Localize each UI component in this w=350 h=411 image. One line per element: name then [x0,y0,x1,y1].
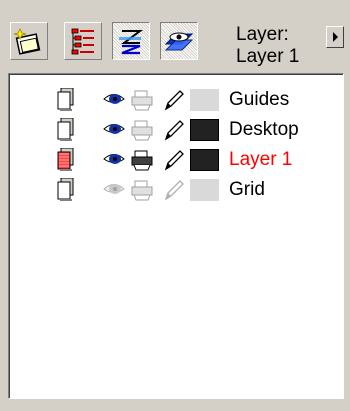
show-object-properties-button[interactable] [112,22,150,60]
master-page-icon [57,88,74,111]
layer-row-guides[interactable]: Guides [9,86,343,116]
editable-pencil-icon[interactable] [162,118,186,142]
layer-color-swatch[interactable] [190,149,219,171]
current-layer-label: Layer: Layer 1 [236,24,299,68]
printer-disabled-icon[interactable] [130,119,154,141]
master-page-icon [57,178,74,201]
editable-pencil-icon[interactable] [162,148,186,172]
layer-row-desktop[interactable]: Desktop [9,116,343,146]
layer-list[interactable]: Guides Desktop Layer 1 Grid [8,73,344,399]
printer-disabled-icon[interactable] [130,89,154,111]
layer-color-swatch[interactable] [190,179,219,201]
show-object-properties-icon [119,30,143,55]
layer-name[interactable]: Guides [229,87,289,113]
visible-eye-icon[interactable] [103,91,125,107]
printer-disabled-icon[interactable] [130,179,154,201]
printer-icon[interactable] [130,149,154,171]
layer-name[interactable]: Grid [229,177,265,203]
hidden-eye-icon[interactable] [103,181,125,197]
layer-caption: Layer: [236,24,289,45]
object-manager-panel: Layer: Layer 1 Guides Desktop Layer 1 Gr… [0,0,350,411]
layer-list-button[interactable] [64,22,102,60]
flyout-button[interactable] [326,26,344,48]
flyout-arrow-icon [333,32,338,42]
visible-eye-icon[interactable] [103,151,125,167]
layer-color-swatch[interactable] [190,89,219,111]
visible-eye-icon[interactable] [103,121,125,137]
layer-name[interactable]: Layer 1 [229,147,292,173]
new-layer-icon [14,28,41,55]
layer-list-icon [71,28,94,55]
current-layer-name: Layer 1 [236,46,300,67]
layer-name[interactable]: Desktop [229,117,299,143]
panel-bottom-edge [8,399,344,405]
locked-pencil-icon[interactable] [162,178,186,202]
edit-across-layers-icon [164,32,194,51]
master-page-icon [57,118,74,141]
new-layer-button[interactable] [10,22,48,60]
layer-row-layer-1[interactable]: Layer 1 [9,146,343,176]
edit-across-layers-button[interactable] [160,22,198,60]
active-layer-page-icon [57,148,74,171]
layer-color-swatch[interactable] [190,119,219,141]
layer-row-grid[interactable]: Grid [9,176,343,206]
editable-pencil-icon[interactable] [162,88,186,112]
